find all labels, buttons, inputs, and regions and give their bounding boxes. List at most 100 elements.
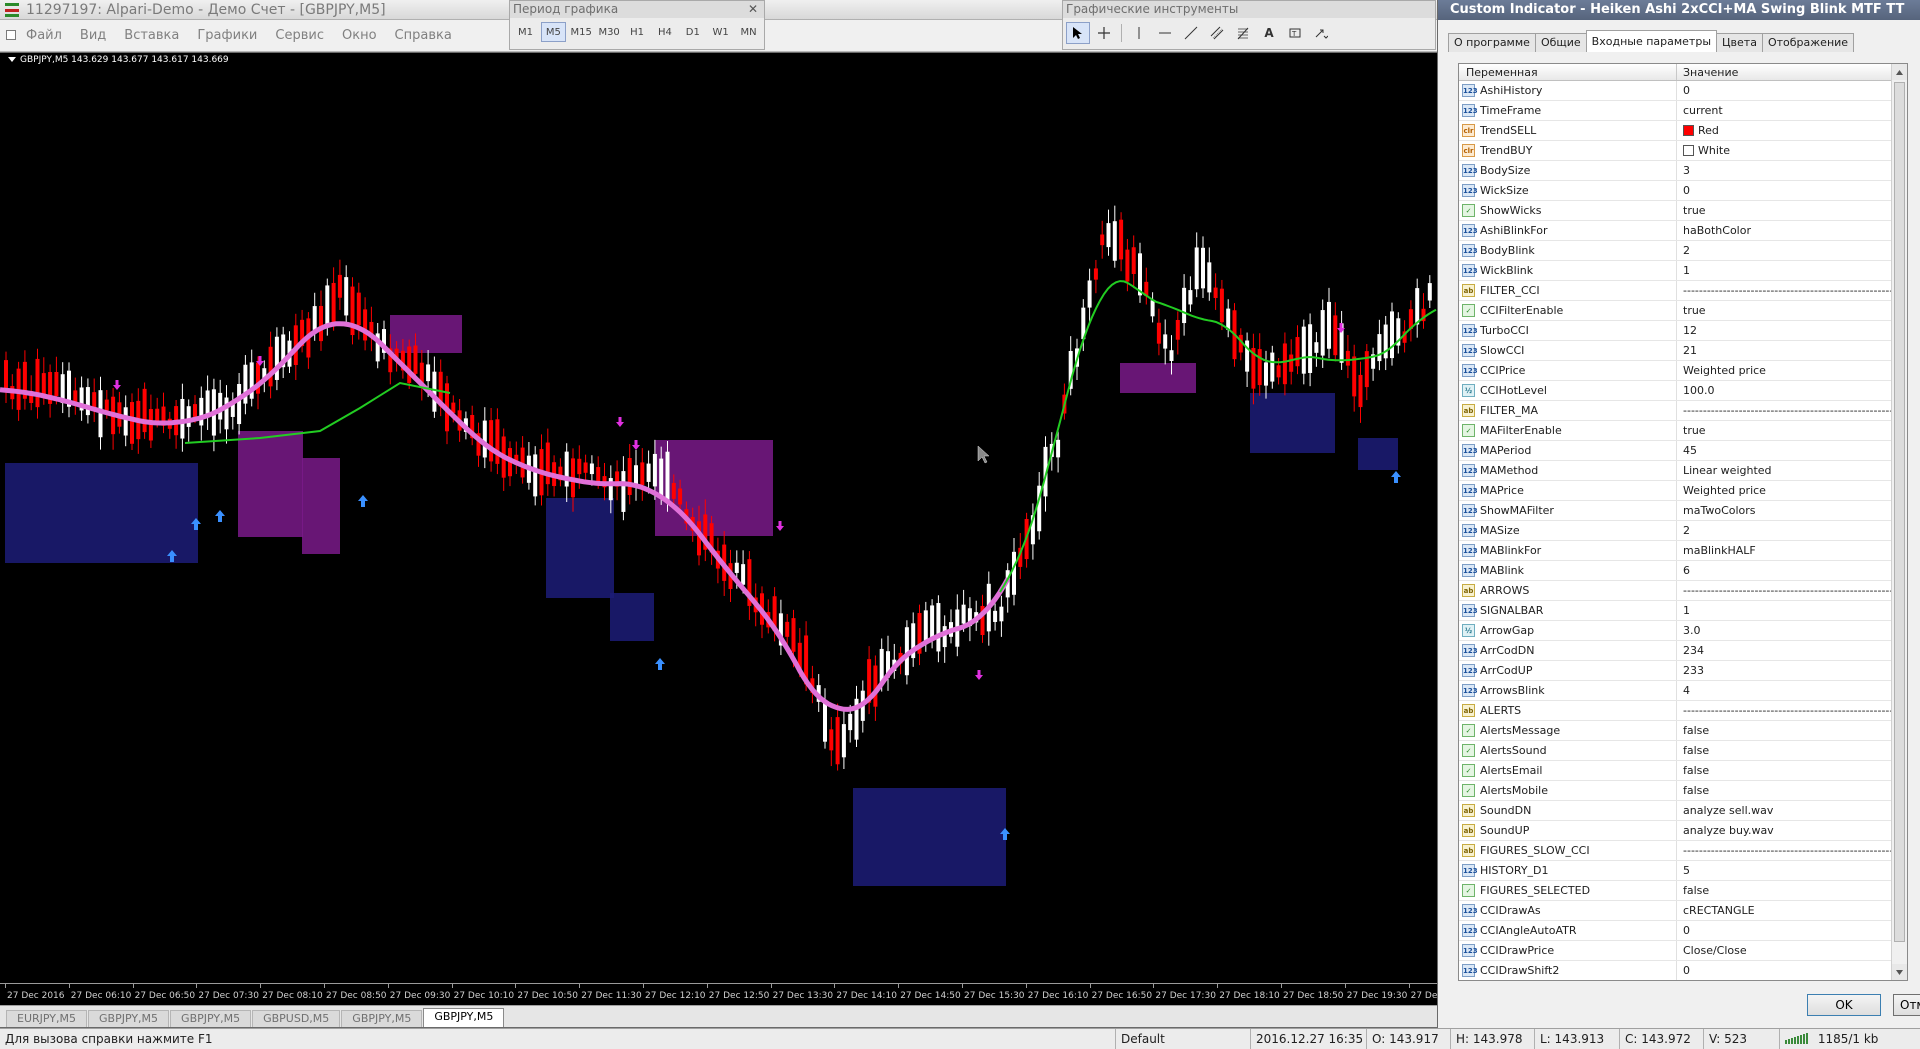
param-row[interactable]: 123 MAPeriod 45 <box>1459 441 1907 461</box>
param-row[interactable]: ½ CCIHotLevel 100.0 <box>1459 381 1907 401</box>
param-value[interactable]: 6 <box>1683 564 1690 577</box>
vertical-line-icon[interactable] <box>1127 22 1151 44</box>
close-icon[interactable]: ✕ <box>748 1 758 18</box>
param-value[interactable]: 0 <box>1683 184 1690 197</box>
param-value[interactable]: maBlinkHALF <box>1683 544 1756 557</box>
param-row[interactable]: ½ ArrowGap 3.0 <box>1459 621 1907 641</box>
param-row[interactable]: ✓ AlertsMessage false <box>1459 721 1907 741</box>
param-row[interactable]: 123 MABlinkFor maBlinkHALF <box>1459 541 1907 561</box>
param-row[interactable]: ab ARROWS --------------------------------… <box>1459 581 1907 601</box>
status-profile[interactable]: Default <box>1115 1029 1250 1049</box>
scroll-thumb[interactable] <box>1894 82 1905 942</box>
period-button-h1[interactable]: H1 <box>625 22 650 42</box>
ok-button[interactable]: OK <box>1807 994 1881 1016</box>
param-row[interactable]: ✓ MAFilterEnable true <box>1459 421 1907 441</box>
horizontal-line-icon[interactable] <box>1153 22 1177 44</box>
param-value[interactable]: haBothColor <box>1683 224 1751 237</box>
param-value[interactable]: true <box>1683 204 1706 217</box>
chart-tab[interactable]: GBPJPY,M5 <box>88 1010 170 1027</box>
grid-scrollbar[interactable] <box>1891 64 1907 980</box>
param-value[interactable]: 21 <box>1683 344 1697 357</box>
param-row[interactable]: 123 HISTORY_D1 5 <box>1459 861 1907 881</box>
param-row[interactable]: 123 ArrowsBlink 4 <box>1459 681 1907 701</box>
param-value[interactable]: false <box>1683 884 1709 897</box>
param-value[interactable]: 3.0 <box>1683 624 1701 637</box>
period-button-m5[interactable]: M5 <box>540 22 566 42</box>
param-value[interactable]: analyze buy.wav <box>1683 824 1774 837</box>
param-value[interactable]: ----------------------------------------… <box>1683 284 1907 297</box>
dialog-tab[interactable]: О программе <box>1448 33 1536 52</box>
chart-tab[interactable]: GBPJPY,M5 <box>170 1010 252 1027</box>
param-row[interactable]: 123 MAPrice Weighted price <box>1459 481 1907 501</box>
param-value[interactable]: 12 <box>1683 324 1697 337</box>
dialog-tab[interactable]: Входные параметры <box>1585 30 1718 52</box>
param-row[interactable]: ab FILTER_MA -----------------------------… <box>1459 401 1907 421</box>
param-row[interactable]: clr TrendBUY White <box>1459 141 1907 161</box>
cancel-button[interactable]: Отмена <box>1893 994 1920 1016</box>
param-row[interactable]: ✓ AlertsSound false <box>1459 741 1907 761</box>
dialog-tab[interactable]: Цвета <box>1716 33 1763 52</box>
param-row[interactable]: 123 ShowMAFilter maTwoColors <box>1459 501 1907 521</box>
param-value[interactable]: Close/Close <box>1683 944 1747 957</box>
param-row[interactable]: 123 CCIPrice Weighted price <box>1459 361 1907 381</box>
param-row[interactable]: 123 MABlink 6 <box>1459 561 1907 581</box>
menu-item[interactable]: Вид <box>71 28 115 43</box>
param-value[interactable]: 100.0 <box>1683 384 1715 397</box>
param-value[interactable]: ----------------------------------------… <box>1683 844 1907 857</box>
param-value[interactable]: 0 <box>1683 84 1690 97</box>
param-value[interactable]: ----------------------------------------… <box>1683 404 1907 417</box>
column-header-value[interactable]: Значение <box>1677 64 1907 80</box>
param-row[interactable]: ✓ FIGURES_SELECTED false <box>1459 881 1907 901</box>
chart-tab[interactable]: GBPJPY,M5 <box>341 1010 423 1027</box>
period-button-h4[interactable]: H4 <box>652 22 677 42</box>
param-value[interactable]: Linear weighted <box>1683 464 1772 477</box>
crosshair-icon[interactable] <box>1092 22 1116 44</box>
param-value[interactable]: 1 <box>1683 604 1690 617</box>
param-value[interactable]: maTwoColors <box>1683 504 1756 517</box>
param-value[interactable]: Weighted price <box>1683 484 1766 497</box>
menu-item[interactable]: Графики <box>188 28 266 43</box>
param-value[interactable]: false <box>1683 784 1709 797</box>
param-value[interactable]: 5 <box>1683 864 1690 877</box>
menu-item[interactable]: Вставка <box>115 28 188 43</box>
param-value[interactable]: 45 <box>1683 444 1697 457</box>
param-row[interactable]: ab FILTER_CCI ----------------------------… <box>1459 281 1907 301</box>
scroll-up-icon[interactable] <box>1892 64 1907 80</box>
param-value[interactable]: true <box>1683 424 1706 437</box>
param-row[interactable]: ✓ AlertsEmail false <box>1459 761 1907 781</box>
period-button-m30[interactable]: M30 <box>597 22 622 42</box>
period-button-mn[interactable]: MN <box>736 22 761 42</box>
param-value[interactable]: ----------------------------------------… <box>1683 704 1907 717</box>
param-row[interactable]: 123 BodySize 3 <box>1459 161 1907 181</box>
param-row[interactable]: 123 ArrCodDN 234 <box>1459 641 1907 661</box>
param-value[interactable]: current <box>1683 104 1723 117</box>
menu-item[interactable]: Файл <box>6 28 71 43</box>
param-value[interactable]: 1 <box>1683 264 1690 277</box>
period-button-m15[interactable]: M15 <box>569 22 594 42</box>
param-value[interactable]: White <box>1698 144 1730 157</box>
param-row[interactable]: 123 CCIDrawShift2 0 <box>1459 961 1907 980</box>
param-row[interactable]: ab FIGURES_SLOW_CCI ----------------------… <box>1459 841 1907 861</box>
param-row[interactable]: 123 CCIAngleAutoATR 0 <box>1459 921 1907 941</box>
label-icon[interactable]: T <box>1283 22 1307 44</box>
param-row[interactable]: 123 AshiBlinkFor haBothColor <box>1459 221 1907 241</box>
param-row[interactable]: 123 TimeFrame current <box>1459 101 1907 121</box>
param-row[interactable]: 123 CCIDrawPrice Close/Close <box>1459 941 1907 961</box>
period-button-w1[interactable]: W1 <box>708 22 733 42</box>
param-row[interactable]: 123 ArrCodUP 233 <box>1459 661 1907 681</box>
menu-item[interactable]: Сервис <box>266 28 333 43</box>
param-row[interactable]: ✓ ShowWicks true <box>1459 201 1907 221</box>
param-value[interactable]: 3 <box>1683 164 1690 177</box>
channel-icon[interactable] <box>1205 22 1229 44</box>
param-row[interactable]: 123 BodyBlink 2 <box>1459 241 1907 261</box>
cursor-icon[interactable] <box>1066 22 1090 44</box>
param-value[interactable]: cRECTANGLE <box>1683 904 1755 917</box>
param-value[interactable]: 234 <box>1683 644 1704 657</box>
menu-item[interactable]: Окно <box>333 28 386 43</box>
dialog-tab[interactable]: Общие <box>1534 33 1587 52</box>
param-value[interactable]: false <box>1683 744 1709 757</box>
param-row[interactable]: ab SoundDN analyze sell.wav <box>1459 801 1907 821</box>
scroll-down-icon[interactable] <box>1892 964 1907 980</box>
param-row[interactable]: clr TrendSELL Red <box>1459 121 1907 141</box>
period-button-m1[interactable]: M1 <box>513 22 538 42</box>
